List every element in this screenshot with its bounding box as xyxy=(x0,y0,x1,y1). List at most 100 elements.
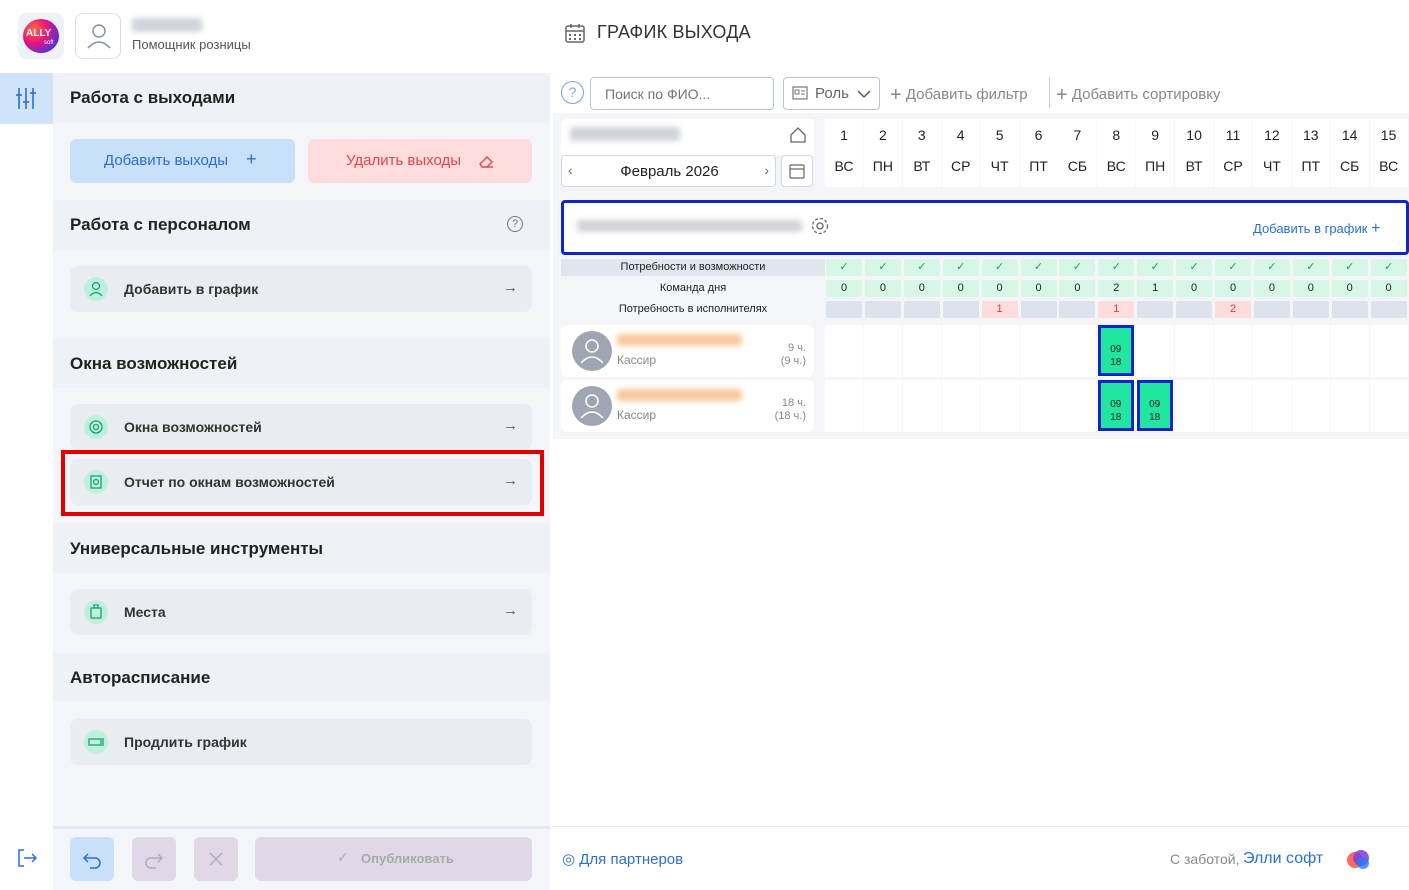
arrow-right-icon: → xyxy=(503,279,518,296)
schedule-cell[interactable] xyxy=(1058,325,1097,377)
day-column-header[interactable]: 1 ВС xyxy=(825,119,863,187)
add-sort-button[interactable]: + Добавить сортировку xyxy=(1056,84,1220,107)
chevron-right-icon[interactable]: › xyxy=(764,162,769,178)
places-item[interactable]: Места → xyxy=(70,589,532,635)
role-filter-select[interactable]: Роль xyxy=(783,77,880,110)
cancel-button[interactable] xyxy=(194,837,238,881)
schedule-cell[interactable] xyxy=(902,325,941,377)
undo-button[interactable] xyxy=(70,837,114,881)
calendar-icon xyxy=(789,164,805,179)
schedule-cell[interactable] xyxy=(1330,380,1369,432)
schedule-cell[interactable] xyxy=(1058,380,1097,432)
calendar-button[interactable] xyxy=(781,155,813,187)
user-name-redacted xyxy=(132,18,202,32)
add-shifts-button[interactable]: Добавить выходы + xyxy=(70,139,295,183)
schedule-cell[interactable] xyxy=(1252,325,1291,377)
schedule-cell[interactable] xyxy=(1369,325,1408,377)
logout-icon[interactable] xyxy=(16,847,38,869)
close-icon xyxy=(209,852,223,866)
schedule-cell[interactable] xyxy=(1291,325,1330,377)
help-icon[interactable]: ? xyxy=(507,216,523,232)
needs-ok-icon: ✓ xyxy=(1098,259,1135,276)
app-logo[interactable]: ALLY soft xyxy=(18,13,64,59)
shift-end: 18 xyxy=(1149,412,1161,423)
schedule-cell[interactable] xyxy=(980,325,1019,377)
delete-shifts-label: Удалить выходы xyxy=(346,152,462,169)
day-number: 13 xyxy=(1303,127,1319,143)
schedule-cell[interactable] xyxy=(980,380,1019,432)
calendar-icon xyxy=(565,24,585,43)
schedule-cell[interactable] xyxy=(941,325,980,377)
day-column-header[interactable]: 5 ЧТ xyxy=(980,119,1019,187)
executors-row-label: Потребность в исполнителях xyxy=(618,303,768,315)
brand-link[interactable]: Элли софт xyxy=(1243,850,1323,868)
day-column-header[interactable]: 3 ВТ xyxy=(902,119,941,187)
shift-block[interactable]: 09 18 xyxy=(1097,380,1134,431)
team-count-cell: 0 xyxy=(1331,280,1368,297)
publish-button[interactable]: ✓ Опубликовать xyxy=(255,837,532,881)
schedule-cell[interactable] xyxy=(1252,380,1291,432)
team-add-to-schedule-button[interactable]: Добавить в график + xyxy=(1253,220,1380,238)
schedule-cell[interactable] xyxy=(825,380,863,432)
schedule-cell[interactable] xyxy=(863,380,902,432)
day-of-week: ВС xyxy=(1379,158,1399,174)
schedule-cell[interactable] xyxy=(1369,380,1408,432)
partners-label: Для партнеров xyxy=(579,851,684,868)
schedule-cell[interactable] xyxy=(863,325,902,377)
day-of-week: ВТ xyxy=(913,158,931,174)
schedule-cell[interactable] xyxy=(1175,325,1214,377)
home-icon[interactable] xyxy=(789,126,807,144)
help-icon[interactable]: ? xyxy=(561,81,584,104)
made-by-label: С заботой, xyxy=(1170,851,1240,867)
day-column-header[interactable]: 4 СР xyxy=(941,119,980,187)
day-column-header[interactable]: 2 ПН xyxy=(863,119,902,187)
add-filter-button[interactable]: + Добавить фильтр xyxy=(890,84,1028,107)
schedule-cell[interactable] xyxy=(1291,380,1330,432)
schedule-cell[interactable] xyxy=(1214,380,1252,432)
user-avatar[interactable] xyxy=(75,13,121,59)
redo-button[interactable] xyxy=(132,837,176,881)
needs-ok-icon: ✓ xyxy=(1253,259,1290,276)
day-column-header[interactable]: 6 ПТ xyxy=(1019,119,1058,187)
schedule-cell[interactable] xyxy=(1175,380,1214,432)
shift-block[interactable]: 09 18 xyxy=(1136,380,1173,431)
opportunity-windows-label: Окна возможностей xyxy=(124,419,262,435)
partners-link[interactable]: ◎ Для партнеров xyxy=(562,850,683,868)
needs-ok-icon: ✓ xyxy=(864,259,901,276)
id-card-icon xyxy=(792,86,808,100)
day-column-header[interactable]: 10 ВТ xyxy=(1175,119,1214,187)
settings-rail-button[interactable] xyxy=(0,73,53,124)
day-column-header[interactable]: 15 ВС xyxy=(1369,119,1408,187)
schedule-cell[interactable] xyxy=(1214,325,1252,377)
delete-shifts-button[interactable]: Удалить выходы xyxy=(308,139,532,183)
employee-card[interactable]: Кассир 18 ч. (18 ч.) xyxy=(561,380,814,432)
schedule-cell[interactable] xyxy=(941,380,980,432)
day-number: 5 xyxy=(995,127,1004,143)
schedule-cell[interactable] xyxy=(1136,325,1175,377)
day-column-header[interactable]: 9 ПН xyxy=(1136,119,1175,187)
add-to-schedule-item[interactable]: Добавить в график → xyxy=(70,266,532,312)
schedule-cell[interactable] xyxy=(1019,325,1058,377)
employee-card[interactable]: Кассир 9 ч. (9 ч.) xyxy=(561,325,814,377)
chevron-down-icon xyxy=(857,90,871,99)
day-column-header[interactable]: 14 СБ xyxy=(1330,119,1369,187)
role-select-label: Роль xyxy=(815,85,849,102)
month-picker[interactable]: ‹ Февраль 2026 › xyxy=(561,155,776,187)
schedule-cell[interactable] xyxy=(902,380,941,432)
day-column-header[interactable]: 11 СР xyxy=(1214,119,1252,187)
schedule-cell[interactable] xyxy=(1019,380,1058,432)
opportunity-windows-item[interactable]: Окна возможностей → xyxy=(70,404,532,450)
schedule-cell[interactable] xyxy=(1330,325,1369,377)
gear-icon[interactable] xyxy=(809,215,831,237)
logo-subtext: soft xyxy=(44,40,54,46)
extend-schedule-item[interactable]: Продлить график xyxy=(70,719,532,765)
team-count-cell: 0 xyxy=(1253,280,1290,297)
schedule-cell[interactable] xyxy=(825,325,863,377)
search-input[interactable] xyxy=(590,77,774,110)
day-column-header[interactable]: 7 СБ xyxy=(1058,119,1097,187)
shift-block[interactable]: 09 18 xyxy=(1097,325,1134,376)
day-column-header[interactable]: 12 ЧТ xyxy=(1252,119,1291,187)
day-column-header[interactable]: 13 ПТ xyxy=(1291,119,1330,187)
team-count-cell: 0 xyxy=(864,280,901,297)
day-column-header[interactable]: 8 ВС xyxy=(1097,119,1136,187)
